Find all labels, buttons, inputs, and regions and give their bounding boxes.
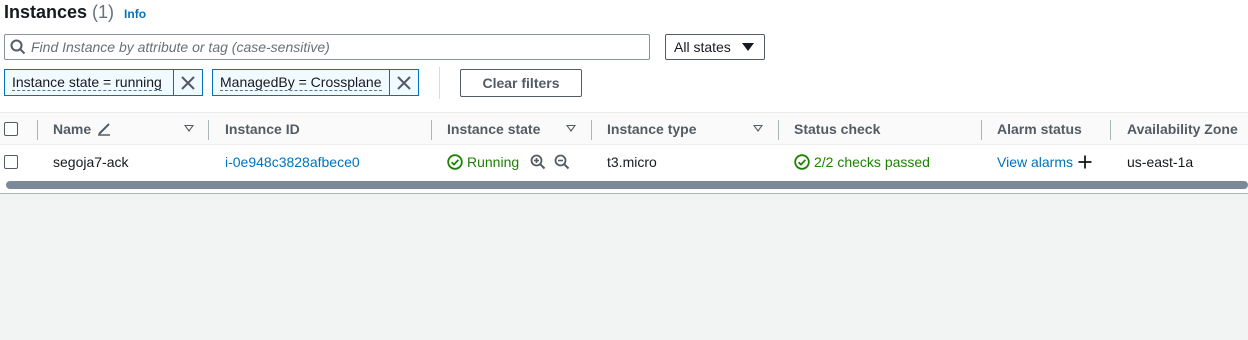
- filter-token-label[interactable]: Instance state = running: [5, 70, 173, 95]
- column-header-instance-type[interactable]: Instance type: [607, 113, 696, 144]
- success-icon: [794, 154, 810, 170]
- close-icon[interactable]: [389, 70, 418, 95]
- success-icon: [447, 154, 463, 170]
- availability-zone: us-east-1a: [1127, 154, 1194, 170]
- filter-token-instance-state[interactable]: Instance state = running: [4, 69, 203, 96]
- zoom-in-icon[interactable]: [530, 154, 546, 170]
- column-header-status-check[interactable]: Status check: [794, 113, 880, 144]
- instance-name: segoja7-ack: [53, 154, 129, 170]
- column-header-instance-state[interactable]: Instance state: [447, 113, 540, 144]
- alarm-status: View alarms: [997, 146, 1092, 178]
- instance-type: t3.micro: [607, 154, 657, 170]
- select-all-checkbox[interactable]: [4, 113, 18, 144]
- table-header: Name Instance ID Instance state Instance…: [0, 112, 1248, 145]
- plus-icon[interactable]: [1078, 155, 1092, 169]
- instance-state: Running: [447, 146, 570, 178]
- column-header-availability-zone[interactable]: Availability Zone: [1127, 113, 1238, 144]
- horizontal-scrollbar[interactable]: [6, 181, 1248, 189]
- instance-id-link[interactable]: i-0e948c3828afbece0: [225, 146, 360, 178]
- filter-divider: [439, 67, 440, 99]
- column-header-name[interactable]: Name: [53, 113, 111, 144]
- caret-down-icon: [742, 43, 754, 51]
- caret-down-icon[interactable]: [566, 125, 576, 132]
- search-icon: [5, 35, 31, 59]
- filter-token-label[interactable]: ManagedBy = Crossplane: [213, 70, 389, 95]
- clear-filters-button[interactable]: Clear filters: [460, 69, 582, 97]
- status-check: 2/2 checks passed: [794, 146, 930, 178]
- column-header-instance-id[interactable]: Instance ID: [225, 113, 300, 144]
- column-divider: [1110, 120, 1111, 140]
- search-input[interactable]: [31, 36, 631, 58]
- instance-state-label: Running: [467, 154, 520, 170]
- filter-token-managed-by[interactable]: ManagedBy = Crossplane: [212, 69, 419, 96]
- table-row[interactable]: segoja7-ack i-0e948c3828afbece0 Running …: [0, 146, 1248, 178]
- row-checkbox[interactable]: [4, 146, 18, 178]
- zoom-out-icon[interactable]: [554, 154, 570, 170]
- header: Instances (1) Info: [4, 2, 146, 24]
- close-icon[interactable]: [173, 70, 202, 95]
- column-header-alarm-status[interactable]: Alarm status: [997, 113, 1082, 144]
- caret-down-icon[interactable]: [184, 125, 194, 132]
- state-filter-value: All states: [674, 39, 731, 55]
- page-title: Instances: [4, 2, 88, 22]
- column-divider: [208, 120, 209, 140]
- status-check-label: 2/2 checks passed: [814, 154, 930, 170]
- state-filter-select[interactable]: All states: [665, 34, 765, 60]
- instance-count: (1): [92, 2, 115, 22]
- column-divider: [591, 120, 592, 140]
- column-divider: [431, 120, 432, 140]
- column-divider: [778, 120, 779, 140]
- info-link[interactable]: Info: [124, 7, 146, 21]
- caret-down-icon[interactable]: [753, 125, 763, 132]
- column-divider: [981, 120, 982, 140]
- instances-panel: Instances (1) Info All states Instance s…: [0, 0, 1248, 194]
- view-alarms-link[interactable]: View alarms: [997, 154, 1073, 170]
- edit-icon: [97, 122, 111, 136]
- search-box[interactable]: [4, 34, 650, 60]
- column-divider: [37, 120, 38, 140]
